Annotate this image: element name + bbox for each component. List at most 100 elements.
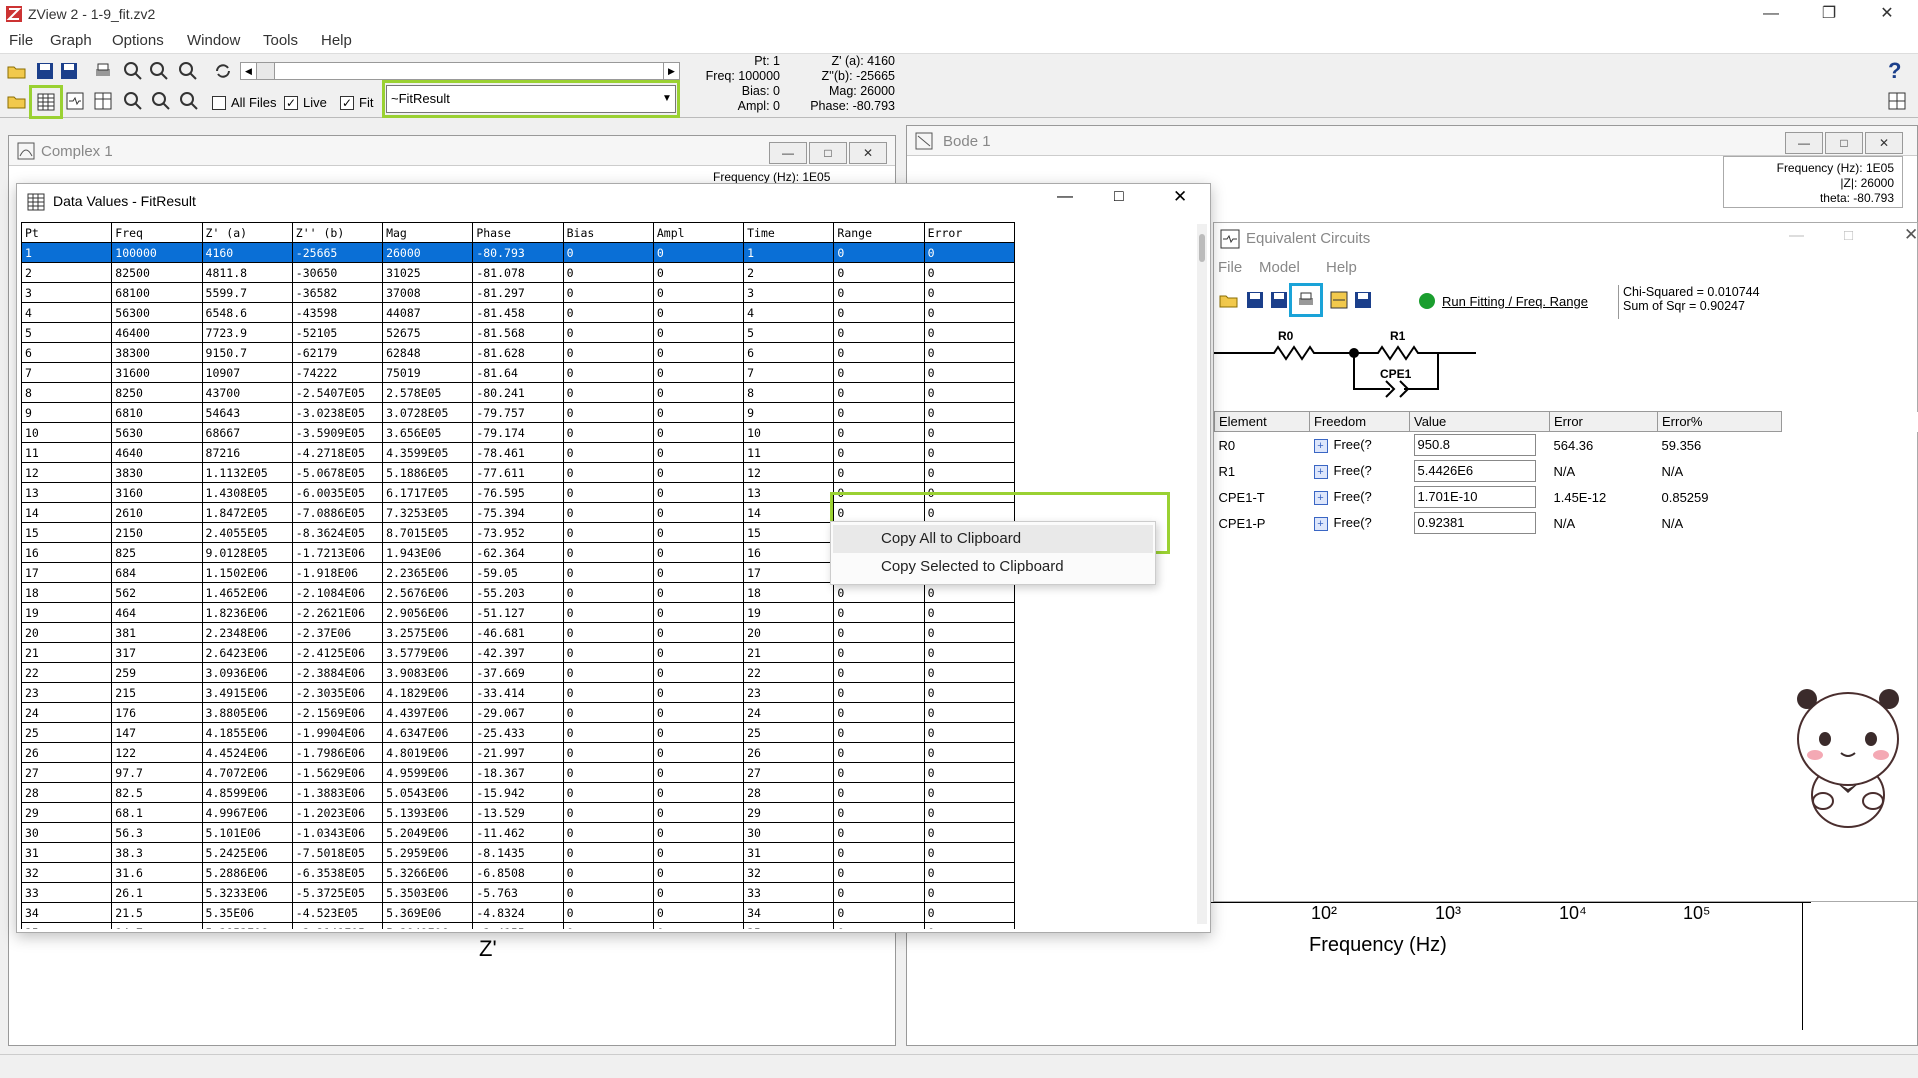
table-cell[interactable]: 75019 xyxy=(382,362,474,383)
table-cell[interactable]: 5.3853E06 xyxy=(201,922,293,929)
table-cell[interactable]: 0 xyxy=(652,342,745,363)
table-cell[interactable]: 0 xyxy=(923,862,1016,883)
table-cell[interactable]: -76.595 xyxy=(472,482,564,503)
table-cell[interactable]: -4.2718E05 xyxy=(291,442,384,463)
table-cell[interactable]: 0 xyxy=(652,242,745,263)
table-cell[interactable]: 0 xyxy=(562,702,654,723)
table-cell[interactable]: -81.297 xyxy=(472,282,564,303)
table-cell[interactable]: 5.3503E06 xyxy=(382,882,474,903)
table-cell[interactable]: 0 xyxy=(923,282,1016,303)
table-cell[interactable]: -11.462 xyxy=(472,822,564,843)
table-cell[interactable]: 10 xyxy=(21,422,113,443)
table-cell[interactable]: -3.5909E05 xyxy=(291,422,384,443)
table-cell[interactable]: 5.3266E06 xyxy=(382,862,474,883)
table-cell[interactable]: -2.5407E05 xyxy=(291,382,384,403)
table-cell[interactable]: 14.7 xyxy=(111,922,203,929)
table-cell[interactable]: 17 xyxy=(743,562,835,583)
column-header[interactable]: Ampl xyxy=(652,222,745,243)
table-cell[interactable]: 0 xyxy=(923,882,1016,903)
table-cell[interactable]: 0 xyxy=(923,462,1016,483)
table-cell[interactable]: 0 xyxy=(652,902,745,923)
table-cell[interactable]: 1.4308E05 xyxy=(201,482,293,503)
table-cell[interactable]: 4.1829E06 xyxy=(382,682,474,703)
table-cell[interactable]: 5.2886E06 xyxy=(201,862,293,883)
table-cell[interactable]: 13 xyxy=(21,482,113,503)
table-cell[interactable]: 0 xyxy=(562,842,654,863)
zoom-fit-icon[interactable] xyxy=(176,88,202,114)
table-cell[interactable]: 381 xyxy=(111,622,203,643)
table-cell[interactable]: 0 xyxy=(923,602,1016,623)
complex-maximize-button[interactable]: □ xyxy=(809,142,847,164)
bode-maximize-button[interactable]: □ xyxy=(1825,132,1863,154)
table-cell[interactable]: 0 xyxy=(562,542,654,563)
table-cell[interactable]: 0 xyxy=(923,622,1016,643)
table-cell[interactable]: 0 xyxy=(562,742,654,763)
open-data-icon[interactable] xyxy=(4,88,30,114)
table-cell[interactable]: 0 xyxy=(652,402,745,423)
table-cell[interactable]: 54643 xyxy=(201,402,293,423)
column-header[interactable]: Z' (a) xyxy=(201,222,293,243)
table-cell[interactable]: 0 xyxy=(833,282,925,303)
table-cell[interactable]: 14 xyxy=(743,502,835,523)
menu-tools[interactable]: Tools xyxy=(263,32,298,49)
table-cell[interactable]: -46.681 xyxy=(472,622,564,643)
table-cell[interactable]: -75.394 xyxy=(472,502,564,523)
table-cell[interactable]: 0 xyxy=(652,642,745,663)
table-cell[interactable]: -81.628 xyxy=(472,342,564,363)
table-cell[interactable]: 31.6 xyxy=(111,862,203,883)
table-cell[interactable]: 0 xyxy=(833,782,925,803)
table-cell[interactable]: 16 xyxy=(743,542,835,563)
column-header[interactable]: Phase xyxy=(472,222,564,243)
table-cell[interactable]: 0 xyxy=(652,662,745,683)
table-cell[interactable]: 6.1717E05 xyxy=(382,482,474,503)
table-cell[interactable]: 38300 xyxy=(111,342,203,363)
table-cell[interactable]: 3.0936E06 xyxy=(201,662,293,683)
table-cell[interactable]: 0 xyxy=(562,922,654,929)
table-cell[interactable]: -25.433 xyxy=(472,722,564,743)
refresh-icon[interactable] xyxy=(210,58,236,84)
table-cell[interactable]: 2.578E05 xyxy=(382,382,474,403)
table-cell[interactable]: 12 xyxy=(21,462,113,483)
table-cell[interactable]: 0 xyxy=(833,882,925,903)
table-row[interactable]: 7 31600 10907 -74222 75019 -81.64 0 0 7 0 0 xyxy=(21,362,1016,383)
table-cell[interactable]: 0 xyxy=(562,422,654,443)
table-cell[interactable]: 31 xyxy=(743,842,835,863)
table-cell[interactable]: 6810 xyxy=(111,402,203,423)
column-header[interactable]: Time xyxy=(743,222,835,243)
table-cell[interactable]: 0 xyxy=(923,422,1016,443)
table-cell[interactable]: 0 xyxy=(833,302,925,323)
table-cell[interactable]: 0 xyxy=(652,602,745,623)
table-cell[interactable]: 4.6347E06 xyxy=(382,722,474,743)
table-cell[interactable]: 38.3 xyxy=(111,842,203,863)
table-row[interactable]: 20 381 2.2348E06 -2.37E06 3.2575E06 -46.681 0 0… xyxy=(21,622,1016,643)
table-cell[interactable]: 27 xyxy=(21,762,113,783)
zoom-out-icon[interactable] xyxy=(148,88,174,114)
table-cell[interactable]: 5630 xyxy=(111,422,203,443)
eq-open-icon[interactable] xyxy=(1216,287,1242,313)
table-cell[interactable]: -77.611 xyxy=(472,462,564,483)
zoom-icon[interactable] xyxy=(146,58,172,84)
table-cell[interactable]: 5.2425E06 xyxy=(201,842,293,863)
table-cell[interactable]: 11 xyxy=(743,442,835,463)
column-header[interactable]: Z'' (b) xyxy=(291,222,384,243)
table-cell[interactable]: 2.2348E06 xyxy=(201,622,293,643)
table-cell[interactable]: -8.3624E05 xyxy=(291,522,384,543)
table-cell[interactable]: 6 xyxy=(743,342,835,363)
table-cell[interactable]: 2.5676E06 xyxy=(382,582,474,603)
table-cell[interactable]: 0 xyxy=(833,862,925,883)
table-cell[interactable]: 2 xyxy=(21,262,113,283)
eq-simulate-icon[interactable] xyxy=(1326,287,1352,313)
table-cell[interactable]: 3160 xyxy=(111,482,203,503)
table-cell[interactable]: 34 xyxy=(743,902,835,923)
table-cell[interactable]: 33 xyxy=(21,882,113,903)
table-cell[interactable]: 0 xyxy=(833,722,925,743)
table-cell[interactable]: 0 xyxy=(833,822,925,843)
table-cell[interactable]: -36582 xyxy=(291,282,384,303)
table-cell[interactable]: 5.35E06 xyxy=(201,902,293,923)
eq-menu-help[interactable]: Help xyxy=(1326,259,1357,276)
table-cell[interactable]: 14 xyxy=(21,502,113,523)
table-cell[interactable]: 0 xyxy=(923,702,1016,723)
table-cell[interactable]: 3.2575E06 xyxy=(382,622,474,643)
table-cell[interactable]: -1.5629E06 xyxy=(291,762,384,783)
table-cell[interactable]: 30 xyxy=(21,822,113,843)
